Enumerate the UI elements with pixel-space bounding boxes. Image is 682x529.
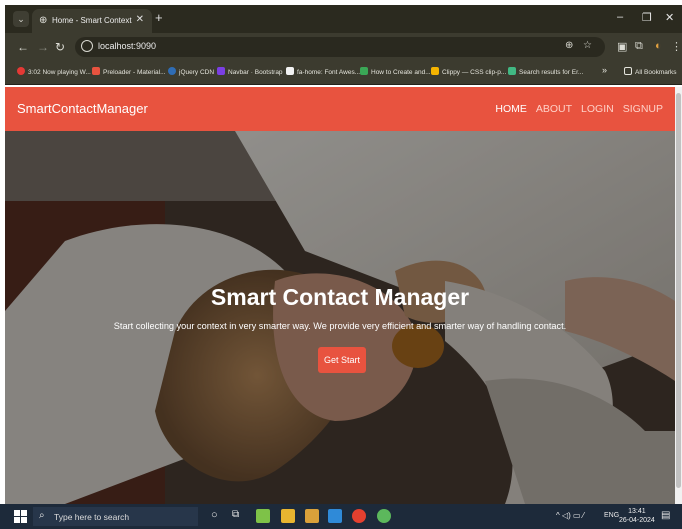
site-navbar: SmartContactManager HOME ABOUT LOGIN SIG… <box>5 87 675 131</box>
bookmark-item[interactable]: jQuery CDN <box>168 67 214 76</box>
profile-icon[interactable]: ◐ <box>655 40 662 52</box>
forward-icon[interactable]: → <box>37 40 49 54</box>
language-indicator[interactable]: ENG <box>604 512 619 519</box>
jquery-icon <box>168 67 176 75</box>
tray-icons[interactable]: ^ ◁) ▭ ⁄ <box>556 511 584 520</box>
cortana-icon[interactable]: ○ <box>211 509 218 521</box>
address-bar: ← → ↻ localhost:9090 ⊕ ☆ ▣ ⧉ ◐ ⋮ <box>5 33 682 61</box>
hero-title: Smart Contact Manager <box>210 284 470 310</box>
search-placeholder: Type here to search <box>54 512 130 522</box>
bookmark-item[interactable]: How to Create and... <box>360 67 431 76</box>
tab-search-icon[interactable]: ⌄ <box>13 11 29 27</box>
browser-tab[interactable]: ⊕ Home - Smart Context ✕ <box>32 9 152 33</box>
notification-icon[interactable]: ▤ <box>661 510 670 521</box>
web-page: SmartContactManager HOME ABOUT LOGIN SIG… <box>5 87 675 504</box>
bookmark-item[interactable]: 3:02 Now playing W... <box>17 67 91 76</box>
clock-date: 26-04-2024 <box>619 517 655 524</box>
youtube-icon <box>17 67 25 75</box>
windows-start-icon[interactable] <box>14 510 27 523</box>
materialize-icon <box>92 67 100 75</box>
nav-signup[interactable]: SIGNUP <box>623 103 663 115</box>
tab-title: Home - Smart Context <box>52 16 132 25</box>
chrome-icon[interactable] <box>352 509 366 523</box>
taskbar-search-input[interactable]: ⌕ Type here to search <box>33 507 198 526</box>
bookmark-item[interactable]: Preloader - Material... <box>92 67 166 76</box>
clock-time: 13:41 <box>628 508 646 515</box>
restore-icon[interactable]: ❐ <box>642 11 652 24</box>
close-window-icon[interactable]: ✕ <box>665 11 674 24</box>
bookmarks-bar: 3:02 Now playing W... Preloader - Materi… <box>5 61 682 85</box>
globe-icon: ⊕ <box>39 15 48 26</box>
nav-login[interactable]: LOGIN <box>581 103 614 115</box>
nav-about[interactable]: ABOUT <box>536 103 572 115</box>
url-input[interactable]: localhost:9090 ⊕ ☆ <box>75 37 605 57</box>
search-icon: ⌕ <box>39 510 45 521</box>
hero-section: Smart Contact Manager Start collecting y… <box>5 131 675 504</box>
clippy-icon <box>431 67 439 75</box>
hero-overlay <box>5 131 675 504</box>
vue-icon <box>508 67 516 75</box>
all-bookmarks[interactable]: All Bookmarks <box>624 67 677 76</box>
windows-taskbar: ⌕ Type here to search ○ ⧉ ^ ◁) ▭ ⁄ ENG 1… <box>0 504 682 529</box>
taskbar-clock[interactable]: 13:41 26-04-2024 <box>619 507 655 525</box>
zoom-icon[interactable]: ⊕ <box>565 40 573 51</box>
task-view-icon[interactable]: ⧉ <box>232 509 239 520</box>
bookmark-item[interactable]: Navbar · Bootstrap <box>217 67 283 76</box>
folder-icon <box>624 67 632 75</box>
bookmark-item[interactable]: Clippy — CSS clip-p... <box>431 67 506 76</box>
sublime-icon[interactable] <box>305 509 319 523</box>
back-icon[interactable]: ← <box>17 40 29 54</box>
browser-tab-bar: ⌄ ⊕ Home - Smart Context ✕ + – ❐ ✕ <box>5 5 682 33</box>
page-scrollbar[interactable] <box>675 87 682 504</box>
close-tab-icon[interactable]: ✕ <box>136 14 144 25</box>
nav-home[interactable]: HOME <box>495 103 527 115</box>
nav-links: HOME ABOUT LOGIN SIGNUP <box>495 103 663 115</box>
extensions-icon[interactable]: ⧉ <box>635 40 643 53</box>
bookmark-star-icon[interactable]: ☆ <box>583 40 592 51</box>
app-icon[interactable] <box>377 509 391 523</box>
url-text: localhost:9090 <box>98 41 157 51</box>
bookmark-item[interactable]: Search results for Er... <box>508 67 583 76</box>
bootstrap-icon <box>217 67 225 75</box>
w3schools-icon <box>360 67 368 75</box>
menu-icon[interactable]: ⋮ <box>671 40 682 53</box>
brand-link[interactable]: SmartContactManager <box>17 101 148 116</box>
bookmark-item[interactable]: fa-home: Font Awes... <box>286 67 360 76</box>
reload-icon[interactable]: ↻ <box>55 40 65 54</box>
site-info-icon[interactable] <box>81 40 93 52</box>
get-start-button[interactable]: Get Start <box>318 347 366 373</box>
media-icon[interactable]: ▣ <box>617 40 627 53</box>
notepad-icon[interactable] <box>256 509 270 523</box>
flag-icon <box>286 67 294 75</box>
file-explorer-icon[interactable] <box>281 509 295 523</box>
more-bookmarks-icon[interactable]: » <box>602 65 607 75</box>
hero-subtitle: Start collecting your context in very sm… <box>113 321 567 331</box>
scrollbar-thumb[interactable] <box>676 93 681 488</box>
minimize-icon[interactable]: – <box>617 11 623 23</box>
vscode-icon[interactable] <box>328 509 342 523</box>
new-tab-icon[interactable]: + <box>155 10 163 25</box>
